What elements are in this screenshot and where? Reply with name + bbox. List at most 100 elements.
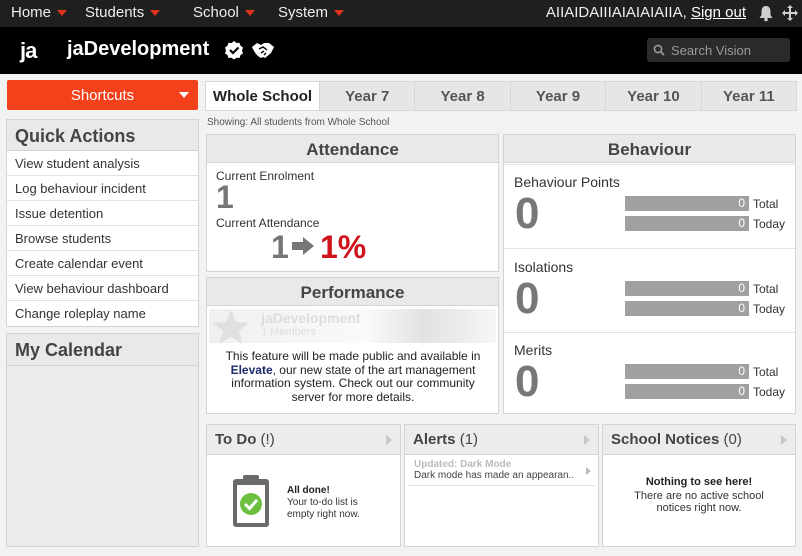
search-box[interactable]: [647, 38, 790, 62]
nav-system[interactable]: System: [278, 4, 345, 21]
nav-home-label: Home: [11, 4, 52, 21]
school-notices-panel: School Notices (0) Nothing to see here! …: [602, 424, 796, 547]
showing-filter-text: Showing: All students from Whole School: [207, 117, 390, 128]
today-label: Today: [753, 217, 786, 231]
merits-value: 0: [515, 357, 540, 406]
star-icon: [213, 310, 249, 344]
arrow-right-icon: [292, 237, 314, 255]
todo-count: (!): [260, 431, 275, 448]
todo-panel: To Do (!) All done! Your to-do list is e…: [206, 424, 401, 547]
chevron-down-icon: [244, 9, 255, 16]
behaviour-points-total-bar: 0: [625, 196, 749, 211]
tab-year-11[interactable]: Year 11: [702, 82, 796, 110]
brand-name: jaDevelopment: [67, 38, 210, 60]
behaviour-points-label: Behaviour Points: [514, 174, 620, 190]
top-nav-bar: Home Students School System AIIAIDAIIIAI…: [0, 0, 802, 27]
chevron-right-icon: [386, 435, 392, 445]
isolations-row: Isolations 0 0 Total 0 Today: [504, 248, 795, 332]
todo-title: To Do: [215, 431, 257, 448]
behaviour-points-row: Behaviour Points 0 0 Total 0 Today: [504, 164, 795, 248]
bell-icon[interactable]: [757, 4, 775, 22]
notices-title: School Notices: [611, 431, 720, 448]
todo-done-text: Your to-do list is empty right now.: [287, 497, 360, 520]
user-info: AIIAIDAIIIAIAIAIAIIA, Sign out: [546, 4, 746, 21]
alerts-title: Alerts: [413, 431, 456, 448]
behaviour-points-value: 0: [515, 189, 540, 238]
chevron-down-icon: [57, 9, 68, 16]
tab-year-7[interactable]: Year 7: [320, 82, 416, 110]
tab-year-9[interactable]: Year 9: [511, 82, 607, 110]
todo-header[interactable]: To Do (!): [207, 425, 400, 455]
app-header: ja jaDevelopment: [0, 27, 802, 74]
clipboard-check-icon: [233, 475, 269, 527]
quick-action-view-behaviour-dashboard[interactable]: View behaviour dashboard: [7, 276, 198, 301]
shortcuts-button[interactable]: Shortcuts: [7, 80, 198, 110]
isolations-value: 0: [515, 274, 540, 323]
notices-empty-text: There are no active school notices right…: [634, 490, 764, 514]
performance-note: This feature will be made public and ava…: [217, 349, 489, 404]
alert-item-title: Updated: Dark Mode: [414, 459, 512, 470]
tab-whole-school[interactable]: Whole School: [206, 82, 320, 110]
notices-header[interactable]: School Notices (0): [603, 425, 795, 455]
move-icon[interactable]: [781, 4, 799, 22]
todo-done-title: All done!: [287, 485, 330, 496]
nav-students[interactable]: Students: [85, 4, 161, 21]
quick-action-browse-students[interactable]: Browse students: [7, 226, 198, 251]
quick-actions-panel: Quick Actions View student analysis Log …: [6, 119, 199, 327]
elevate-link: Elevate: [230, 362, 273, 377]
sign-out-link[interactable]: Sign out: [691, 4, 746, 21]
attendance-title: Attendance: [207, 135, 498, 163]
nav-school-label: School: [193, 4, 239, 21]
quick-action-create-calendar-event[interactable]: Create calendar event: [7, 251, 198, 276]
quick-action-log-behaviour-incident[interactable]: Log behaviour incident: [7, 176, 198, 201]
today-label: Today: [753, 302, 786, 316]
alerts-header[interactable]: Alerts (1): [405, 425, 598, 455]
today-label: Today: [753, 385, 786, 399]
isolations-total-bar: 0: [625, 281, 749, 296]
behaviour-panel: Behaviour Behaviour Points 0 0 Total 0 T…: [503, 134, 796, 414]
nav-system-label: System: [278, 4, 329, 21]
handshake-icon: [252, 43, 274, 58]
year-tabs: Whole School Year 7 Year 8 Year 9 Year 1…: [205, 81, 797, 111]
attendance-panel: Attendance Current Enrolment 1 Current A…: [206, 134, 499, 272]
behaviour-points-today-bar: 0: [625, 216, 749, 231]
notices-empty-title: Nothing to see here!: [645, 476, 753, 488]
search-icon: [653, 44, 665, 56]
tab-year-8[interactable]: Year 8: [415, 82, 511, 110]
isolations-label: Isolations: [514, 259, 574, 275]
calendar-panel: My Calendar: [6, 333, 199, 547]
username: AIIAIDAIIIAIAIAIAIIA,: [545, 4, 687, 21]
total-label: Total: [753, 365, 779, 379]
merits-today-bar: 0: [625, 384, 749, 399]
total-label: Total: [753, 197, 779, 211]
performance-card-name: jaDevelopment: [261, 310, 361, 326]
quick-action-change-roleplay-name[interactable]: Change roleplay name: [7, 301, 198, 326]
current-attendance-percent: 1%: [320, 229, 367, 265]
alert-item[interactable]: Updated: Dark Mode Dark mode has made an…: [408, 457, 595, 486]
search-input[interactable]: [671, 42, 786, 58]
performance-card-members: 1 Members: [261, 326, 317, 338]
performance-panel: Performance jaDevelopment 1 Members This…: [206, 277, 499, 414]
alerts-count: (1): [459, 431, 479, 448]
chevron-down-icon: [334, 9, 345, 16]
total-label: Total: [753, 282, 779, 296]
quick-actions-title: Quick Actions: [7, 120, 198, 151]
alert-item-desc: Dark mode has made an appearan..: [414, 470, 575, 481]
isolations-today-bar: 0: [625, 301, 749, 316]
nav-students-label: Students: [85, 4, 145, 21]
logo[interactable]: ja: [20, 38, 37, 64]
merits-total-bar: 0: [625, 364, 749, 379]
notices-count: (0): [723, 431, 742, 448]
performance-card: jaDevelopment 1 Members: [209, 309, 496, 344]
nav-school[interactable]: School: [193, 4, 255, 21]
quick-action-issue-detention[interactable]: Issue detention: [7, 201, 198, 226]
tab-year-10[interactable]: Year 10: [606, 82, 702, 110]
performance-title: Performance: [207, 278, 498, 306]
nav-home[interactable]: Home: [11, 4, 68, 21]
current-attendance-count: 1: [271, 229, 289, 265]
chevron-right-icon: [586, 467, 591, 475]
shortcuts-label: Shortcuts: [70, 86, 135, 104]
chevron-right-icon: [781, 435, 787, 445]
quick-action-view-student-analysis[interactable]: View student analysis: [7, 151, 198, 176]
alerts-panel: Alerts (1) Updated: Dark Mode Dark mode …: [404, 424, 599, 547]
